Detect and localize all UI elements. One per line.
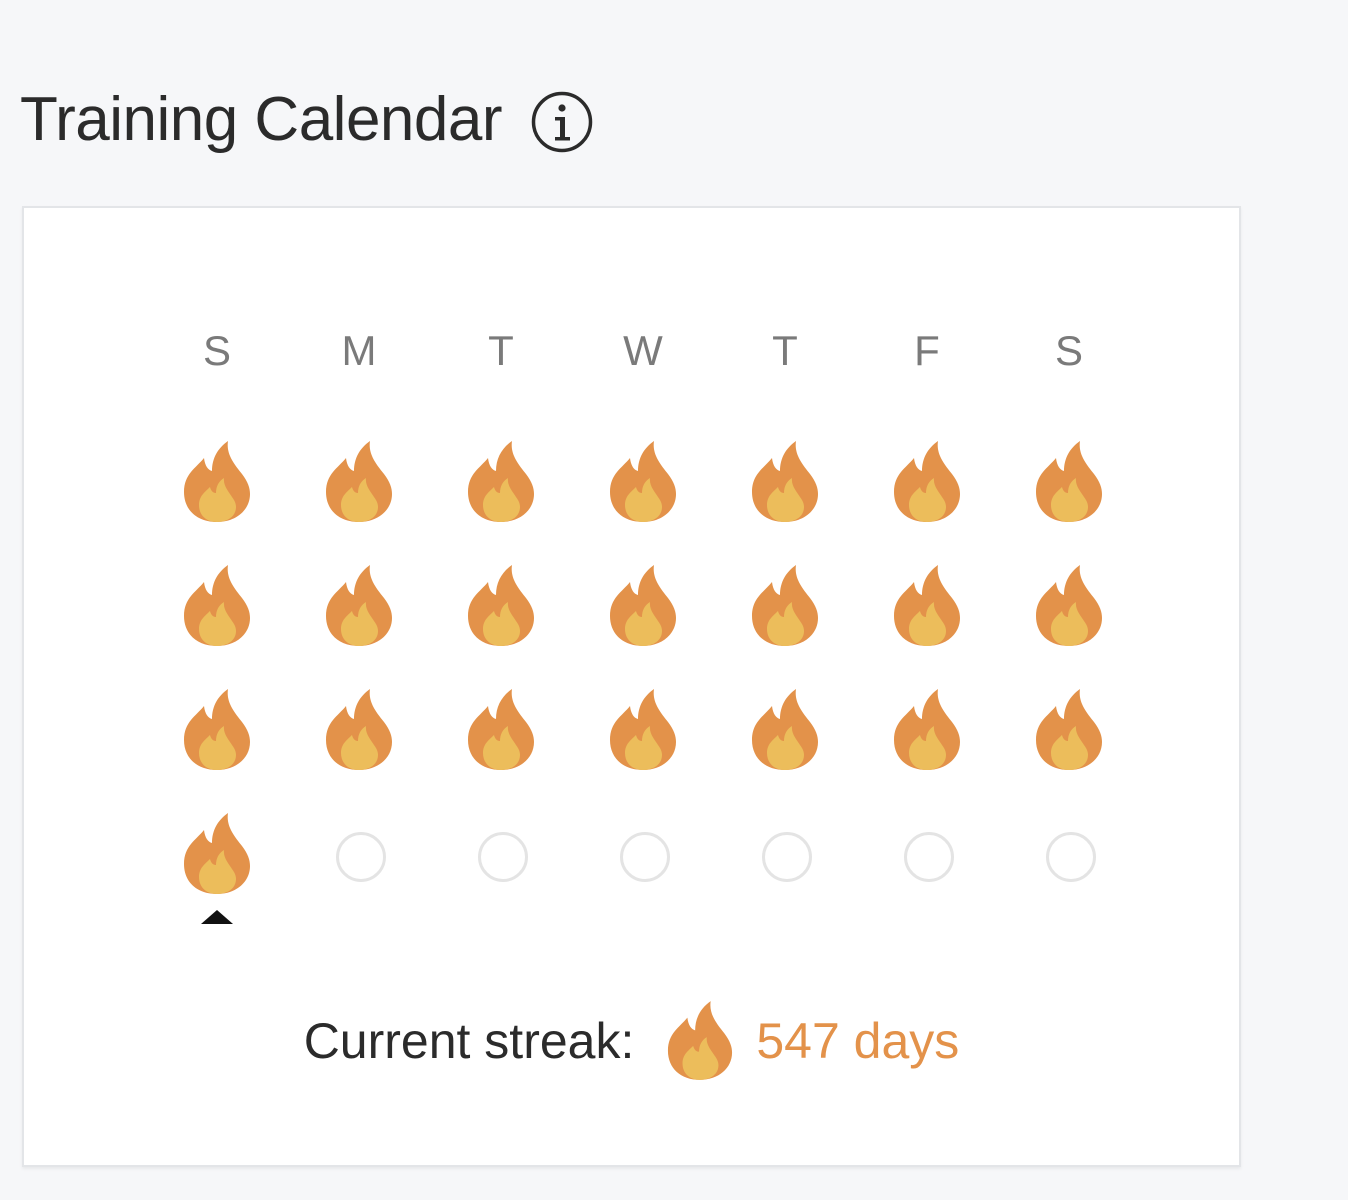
- empty-day-circle[interactable]: [904, 832, 954, 882]
- calendar-heading: Training Calendar: [20, 82, 594, 158]
- flame-icon[interactable]: [608, 440, 678, 524]
- streak-value: 547 days: [756, 1013, 960, 1069]
- flame-icon[interactable]: [324, 564, 394, 648]
- flame-icon[interactable]: [892, 688, 962, 772]
- flame-icon[interactable]: [892, 564, 962, 648]
- empty-day-circle[interactable]: [620, 832, 670, 882]
- page-title: Training Calendar: [20, 85, 503, 154]
- flame-icon[interactable]: [1034, 688, 1104, 772]
- empty-day-circle[interactable]: [336, 832, 386, 882]
- flame-icon[interactable]: [608, 564, 678, 648]
- flame-icon: [666, 1000, 734, 1082]
- flame-icon[interactable]: [1034, 564, 1104, 648]
- flame-icon[interactable]: [608, 688, 678, 772]
- current-streak: Current streak: 547 days: [24, 1000, 1239, 1082]
- flame-icon[interactable]: [466, 440, 536, 524]
- flame-icon[interactable]: [750, 564, 820, 648]
- today-marker-icon: [201, 910, 233, 924]
- flame-icon[interactable]: [892, 440, 962, 524]
- weekday-header: S: [1054, 327, 1083, 374]
- flame-icon[interactable]: [182, 440, 252, 524]
- training-calendar-card: S M T W T F S Current streak: 547 days: [22, 206, 1241, 1167]
- empty-day-circle[interactable]: [478, 832, 528, 882]
- flame-icon[interactable]: [182, 688, 252, 772]
- flame-icon[interactable]: [324, 440, 394, 524]
- flame-icon[interactable]: [324, 688, 394, 772]
- flame-icon[interactable]: [1034, 440, 1104, 524]
- streak-label: Current streak:: [303, 1013, 635, 1069]
- flame-icon[interactable]: [466, 688, 536, 772]
- weekday-header: M: [341, 327, 377, 374]
- flame-icon[interactable]: [750, 440, 820, 524]
- weekday-header: T: [488, 327, 514, 374]
- empty-day-circle[interactable]: [1046, 832, 1096, 882]
- info-icon[interactable]: [530, 90, 594, 154]
- weekday-header: F: [914, 327, 940, 374]
- weekday-header: W: [623, 327, 663, 374]
- flame-icon[interactable]: [182, 812, 252, 896]
- flame-icon[interactable]: [466, 564, 536, 648]
- empty-day-circle[interactable]: [762, 832, 812, 882]
- flame-icon[interactable]: [182, 564, 252, 648]
- flame-icon[interactable]: [750, 688, 820, 772]
- weekday-header: S: [202, 327, 231, 374]
- weekday-header: T: [772, 327, 798, 374]
